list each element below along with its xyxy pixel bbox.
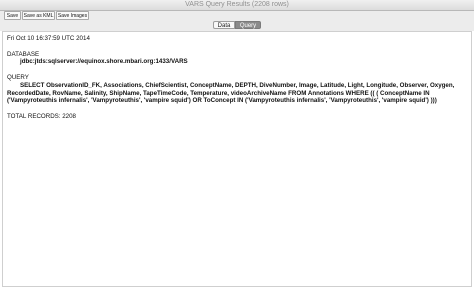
save-button[interactable]: Save <box>4 11 21 20</box>
query-panel: Fri Oct 10 16:37:59 UTC 2014 DATABASE jd… <box>2 31 472 287</box>
window-title: VARS Query Results (2208 rows) <box>185 1 289 8</box>
query-heading: QUERY <box>7 73 29 81</box>
query-sql: SELECT ObservationID_FK, Associations, C… <box>7 81 455 105</box>
database-heading: DATABASE <box>7 50 40 58</box>
save-images-button[interactable]: Save Images <box>56 11 89 20</box>
database-url: jdbc:jtds:sqlserver://equinox.shore.mbar… <box>20 58 188 66</box>
window-titlebar: VARS Query Results (2208 rows) <box>0 0 474 11</box>
query-text-area: Fri Oct 10 16:37:59 UTC 2014 DATABASE jd… <box>7 35 457 121</box>
total-records: TOTAL RECORDS: 2208 <box>7 112 77 120</box>
timestamp: Fri Oct 10 16:37:59 UTC 2014 <box>7 35 90 42</box>
tab-query[interactable]: Query <box>235 21 261 29</box>
save-as-kml-button[interactable]: Save as KML <box>22 11 55 20</box>
toolbar: Save Save as KML Save Images <box>0 11 474 21</box>
tab-bar: Data Query <box>0 21 474 31</box>
tab-data[interactable]: Data <box>213 21 235 29</box>
